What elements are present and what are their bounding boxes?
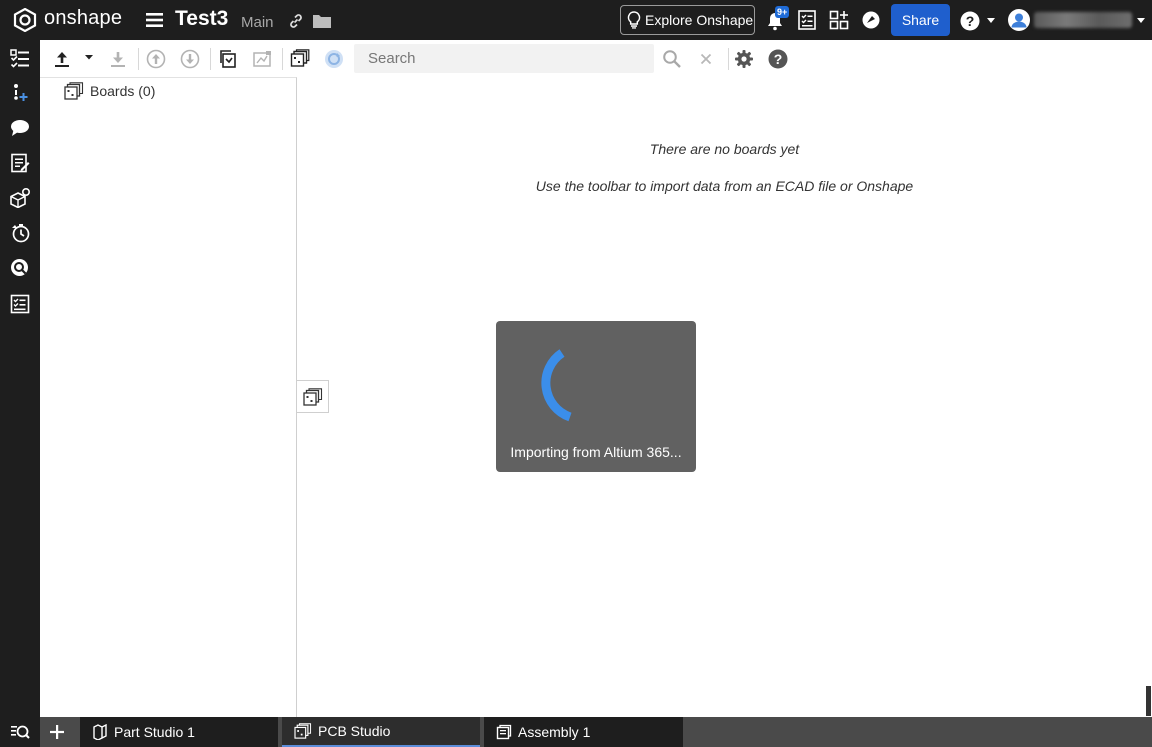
toolbar-separator [138,48,139,70]
push-up-circle-icon[interactable] [146,49,166,69]
scrollbar-thumb[interactable] [1146,686,1151,716]
link-icon[interactable] [288,13,304,29]
search-icon[interactable] [662,49,682,69]
document-title[interactable]: Test3 [175,7,228,31]
release-checklist-icon[interactable] [797,10,817,30]
left-rail [0,40,40,747]
user-name-redacted[interactable] [1034,12,1132,28]
pcb-boards-icon [302,387,322,406]
board-tree-panel: Boards (0) [40,77,297,717]
top-bar: onshape Test3 Main Explore Onshape 9+ Sh… [0,0,1152,40]
insert-variable-icon[interactable] [10,83,30,103]
help-circle-icon[interactable]: ? [768,49,788,69]
share-button[interactable]: Share [891,4,950,36]
boards-panel-toggle-button[interactable] [297,380,329,413]
tab-label: Assembly 1 [518,724,591,740]
add-tab-button[interactable] [40,717,74,747]
versions-history-icon[interactable] [10,223,30,243]
logo-text[interactable]: onshape [44,7,122,30]
import-upload-icon[interactable] [52,49,72,69]
help-icon[interactable]: ? [960,11,980,31]
user-avatar-icon[interactable] [1008,9,1030,31]
loading-spinner-icon [541,349,572,422]
tab-bar: Part Studio 1 PCB Studio Assembly 1 [40,717,1152,747]
copy-board-icon[interactable] [218,49,238,69]
empty-state-subtitle: Use the toolbar to import data from an E… [535,178,914,194]
export-download-icon[interactable] [108,49,128,69]
tab-pcb-studio[interactable]: PCB Studio [282,717,480,747]
plus-icon [50,725,64,739]
tab-search-button[interactable] [0,717,40,747]
learning-center-icon[interactable] [861,10,881,30]
explore-label: Explore Onshape [645,12,754,28]
import-status-text: Importing from Altium 365... [510,444,682,460]
svg-text:?: ? [774,51,783,67]
svg-text:?: ? [966,13,975,29]
checklist-icon[interactable] [10,294,30,314]
part-studio-icon [93,724,107,740]
import-progress-dialog: Importing from Altium 365... [496,321,696,472]
feature-list-icon[interactable] [10,49,30,69]
lightbulb-icon [627,11,641,29]
help-dropdown-caret[interactable] [987,18,995,23]
main-canvas: There are no boards yet Use the toolbar … [297,77,1152,717]
pcb-boards-icon[interactable] [290,49,310,69]
onshape-logo-icon[interactable] [13,8,37,32]
tree-item-boards[interactable]: Boards (0) [64,82,155,100]
comments-icon[interactable] [10,118,30,138]
empty-state-title: There are no boards yet [649,141,800,157]
tab-assembly-1[interactable]: Assembly 1 [484,717,683,747]
settings-gear-icon[interactable] [734,49,754,69]
toolbar-separator [728,48,729,70]
tree-item-label: Boards (0) [90,83,156,99]
pcb-boards-icon [294,723,312,739]
user-menu-caret[interactable] [1137,18,1145,23]
toolbar-separator [210,48,211,70]
tab-label: Part Studio 1 [114,724,195,740]
notification-count-badge: 9+ [775,6,790,18]
branch-name[interactable]: Main [241,14,274,31]
toolbar-separator [282,48,283,70]
parts-configuration-icon[interactable] [10,188,30,208]
onshape-search-icon[interactable] [10,258,30,278]
pull-down-circle-icon[interactable] [180,49,200,69]
explore-onshape-button[interactable]: Explore Onshape [620,5,755,35]
pcb-toolbar: ? [40,40,1152,77]
board-outline-icon[interactable] [252,49,272,69]
hamburger-menu-icon[interactable] [146,12,163,28]
tab-search-icon [11,725,30,739]
app-store-grid-icon[interactable] [829,10,849,30]
notes-icon[interactable] [10,153,30,173]
clear-search-close-icon[interactable] [696,49,716,69]
tab-part-studio-1[interactable]: Part Studio 1 [80,717,278,747]
assembly-icon [496,724,512,740]
folder-icon[interactable] [313,14,331,28]
pcb-boards-icon [64,82,84,100]
sync-refresh-icon[interactable] [324,49,344,69]
import-dropdown-caret[interactable] [84,52,94,62]
tab-label: PCB Studio [318,723,391,739]
search-input[interactable] [354,44,654,73]
